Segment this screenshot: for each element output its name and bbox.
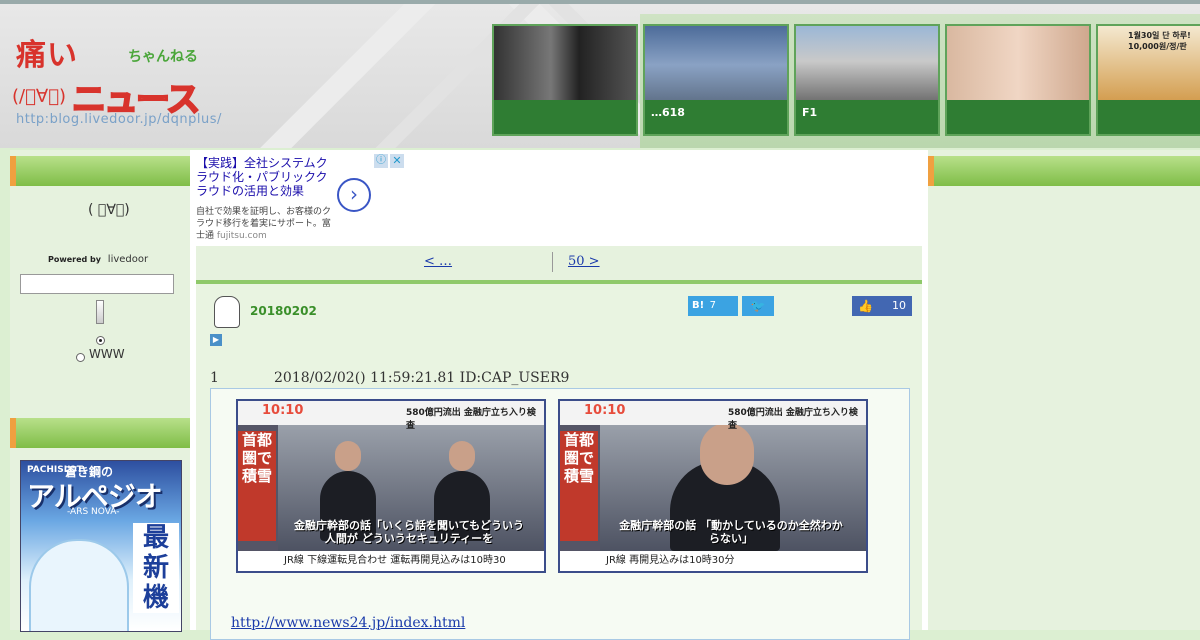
site-logo[interactable]: 痛い ちゃんねる (/ﾟ∀ﾟ) ニュース http:blog.livedoor.… — [10, 26, 230, 136]
prev-page-link[interactable]: < … — [424, 254, 452, 269]
text-ad[interactable]: 【実践】全社システムクラウド化・パブリッククラウドの活用と効果 自社で効果を証明… — [196, 154, 404, 244]
search-scope-blog-radio[interactable] — [96, 336, 105, 345]
header-thumbnail[interactable] — [492, 24, 638, 136]
like-count: 10 — [892, 299, 906, 312]
www-radio-label: WWW — [89, 347, 125, 361]
next-page-link[interactable]: 50 > — [568, 254, 600, 269]
person-head — [449, 441, 475, 471]
header-thumbnail[interactable] — [945, 24, 1091, 136]
ad-close-icon[interactable]: ✕ — [390, 154, 404, 168]
sidebar-section-bar — [10, 418, 190, 448]
tv-caption: 金融庁幹部の話 「動かしているのか全然わからない」 — [619, 519, 843, 545]
post-date: 20180202 — [250, 304, 317, 318]
tv-side-strip: 首都圏で積雪 — [238, 431, 276, 541]
tv-bottom-ticker: JR線 再開見込みは10時30分 — [560, 551, 866, 571]
tv-clock: 10:10 — [262, 403, 304, 418]
header-thumbnail[interactable]: 1월30일 단 하루! 10,000원/정/판 — [1096, 24, 1200, 136]
source-link[interactable]: http://www.news24.jp/index.html — [231, 615, 465, 631]
livedoor-logo: livedoor — [107, 254, 149, 265]
pager-divider — [552, 252, 553, 272]
article: 20180202 B! 7 🐦 👍 10 ▶ 1 2018/02/02() 11… — [196, 284, 922, 640]
tv-headline: 580億円流出 金融庁立ち入り検査 — [728, 408, 858, 431]
ad-title[interactable]: 【実践】全社システムクラウド化・パブリッククラウドの活用と効果 — [196, 156, 336, 198]
ad-domain: fujitsu.com — [216, 231, 267, 241]
header-thumbnails: …618 F1 1월30일 단 하루! 10,000원/정/판 — [492, 24, 1200, 136]
ad-description: 自社で効果を証明し、お客様のクラウド移行を着実にサポート。富士通 fujitsu… — [196, 206, 336, 242]
powered-by-label: Powered by — [48, 255, 101, 264]
logo-main-text: 痛い — [16, 38, 78, 73]
logo-url-text: http:blog.livedoor.jp/dqnplus/ — [16, 112, 222, 127]
banner-character — [29, 539, 129, 631]
banner-subtitle: -ARS NOVA- — [67, 507, 120, 517]
thumbnail-caption-bar — [947, 100, 1089, 134]
tv-headline: 580億円流出 金融庁立ち入り検査 — [406, 408, 536, 431]
tv-clock: 10:10 — [584, 403, 626, 418]
site-header: 痛い ちゃんねる (/ﾟ∀ﾟ) ニュース http:blog.livedoor.… — [0, 0, 1200, 148]
tv-caption: 金融庁幹部の話「いくら話を聞いてもどういう人間が どういうセキュリティーを — [294, 519, 524, 545]
chevron-right-icon[interactable]: › — [337, 178, 371, 212]
twitter-share-button[interactable]: 🐦 — [742, 296, 774, 316]
thumbnail-image — [947, 26, 1089, 104]
right-sidebar — [928, 150, 1200, 630]
logo-sub-text: ちゃんねる — [128, 49, 198, 65]
thumbnail-caption-bar — [796, 100, 938, 134]
play-icon[interactable]: ▶ — [210, 334, 222, 346]
facebook-like-button[interactable]: 👍 10 — [852, 296, 912, 316]
thumbnail-image — [645, 26, 787, 104]
face-icon: ( ﾟ∀ﾟ) — [88, 202, 130, 218]
person-head — [335, 441, 361, 471]
header-thumbnail[interactable]: …618 — [643, 24, 789, 136]
powered-by: Powered by livedoor — [48, 254, 148, 265]
thumbnail-image: 1월30일 단 하루! 10,000원/정/판 — [1098, 26, 1200, 104]
left-sidebar: ( ﾟ∀ﾟ) Powered by livedoor WWW PACHISLOT… — [10, 150, 190, 632]
thumbnail-image — [796, 26, 938, 104]
response-meta: 2018/02/02() 11:59:21.81 ID:CAP_USER9 — [274, 370, 570, 386]
thumbnail-caption-bar — [1098, 100, 1200, 134]
search-button[interactable] — [96, 300, 104, 324]
sidebar-banner-ad[interactable]: PACHISLOT 蒼き鋼の アルペジオ -ARS NOVA- 最新機 — [20, 460, 182, 632]
search-input[interactable] — [20, 274, 174, 294]
thumbnail-image — [494, 26, 636, 104]
header-thumbnail[interactable]: F1 — [794, 24, 940, 136]
tv-bottom-ticker: JR線 下線運転見合わせ 運転再開見込みは10時30 — [238, 551, 544, 571]
thumbnail-caption: F1 — [802, 106, 818, 119]
thumbs-up-icon: 👍 — [858, 299, 873, 313]
tv-top-strip: 10:10 580億円流出 金融庁立ち入り検査 — [238, 401, 544, 431]
hatena-label: B! — [692, 300, 705, 311]
hatena-bookmark-button[interactable]: B! 7 — [688, 296, 738, 316]
sidebar-header-bar — [10, 156, 190, 186]
logo-face-text: (/ﾟ∀ﾟ) — [12, 86, 67, 107]
tv-top-strip: 10:10 580億円流出 金融庁立ち入り検査 — [560, 401, 866, 431]
thumbnail-overlay-text: 1월30일 단 하루! 10,000원/정/판 — [1128, 31, 1191, 51]
thumbnail-caption: …618 — [651, 106, 685, 119]
response-number: 1 — [210, 370, 219, 386]
news-screenshot[interactable]: 10:10 580億円流出 金融庁立ち入り検査 首都圏で積雪 金融庁幹部の話 「… — [558, 399, 868, 573]
banner-side-text: 最新機 — [133, 523, 179, 613]
article-body: 10:10 580億円流出 金融庁立ち入り検査 首都圏で積雪 金融庁幹部の話「い… — [210, 388, 910, 640]
search-scope-www-radio[interactable] — [76, 353, 85, 362]
tv-side-strip: 首都圏で積雪 — [560, 431, 598, 541]
author-avatar — [214, 296, 240, 328]
twitter-bird-icon: 🐦 — [750, 299, 766, 313]
person-head — [700, 423, 754, 485]
thumbnail-caption-bar — [494, 100, 636, 134]
main-content: 【実践】全社システムクラウド化・パブリッククラウドの活用と効果 自社で効果を証明… — [190, 150, 928, 640]
news-screenshot[interactable]: 10:10 580億円流出 金融庁立ち入り検査 首都圏で積雪 金融庁幹部の話「い… — [236, 399, 546, 573]
ad-info-icon[interactable]: ⓘ — [374, 154, 388, 168]
pagination: < … 50 > — [196, 246, 922, 284]
hatena-count: 7 — [709, 300, 717, 311]
right-sidebar-header-bar — [928, 156, 1200, 186]
